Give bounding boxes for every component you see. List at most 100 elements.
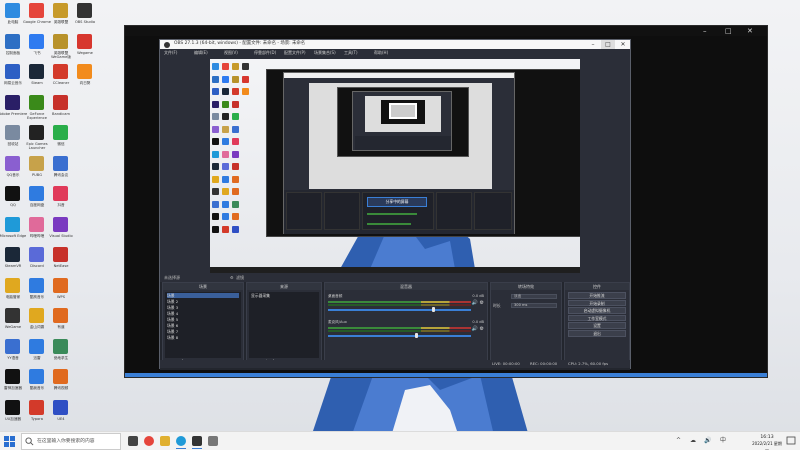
sources-list[interactable]: 显示器采集 [249, 292, 319, 358]
list-item[interactable]: 场景 2 [167, 299, 178, 304]
ime-indicator[interactable]: 中 [720, 435, 726, 447]
desktop-icon[interactable]: 英雄联盟 [48, 1, 74, 35]
desktop-icon[interactable]: PUBG [24, 154, 50, 188]
control-button[interactable]: 启动虚拟摄像机 [568, 307, 626, 314]
list-item[interactable]: 显示器采集 [251, 293, 270, 298]
control-button[interactable]: 退出 [568, 330, 626, 337]
duration-input[interactable]: 300 ms [511, 303, 557, 308]
desktop-icon[interactable]: Adobe Premiere [0, 93, 27, 127]
gear-icon[interactable]: ⚙ [480, 300, 484, 306]
filters-button[interactable]: 滤镜 [236, 275, 244, 281]
desktop-icon[interactable]: UU加速器 [0, 398, 26, 432]
control-button[interactable]: 开始录制 [568, 299, 626, 307]
desktop-icon[interactable]: 酷我音乐 [24, 367, 50, 401]
desktop-icon[interactable]: SteamVR [0, 245, 26, 279]
menu-item[interactable]: 帮助(H) [374, 50, 388, 56]
obs-window[interactable]: OBS 27.1.3 (64-bit, windows) - 配置文件: 未命名… [159, 39, 631, 370]
taskbar-search-box[interactable]: 在这里输入你要搜索的内容 [21, 433, 121, 450]
desktop-icon[interactable]: 此电脑 [0, 1, 26, 35]
list-item[interactable]: 场景 4 [167, 311, 178, 316]
obs-close-button[interactable]: ✕ [616, 40, 630, 49]
desktop-icon[interactable]: Wegame [72, 32, 98, 66]
desktop-icon[interactable]: Steam [24, 62, 50, 96]
tray-overflow-icon[interactable]: ^ [676, 435, 681, 447]
list-item[interactable]: 场景 7 [167, 329, 178, 334]
projector-close-button[interactable]: ✕ [747, 27, 753, 35]
obs-preview[interactable]: 分享中的屏幕 [210, 59, 580, 273]
list-item[interactable]: 场景 3 [167, 305, 178, 310]
gear-icon[interactable]: ⚙ [230, 275, 234, 281]
desktop-icon[interactable]: Visual Studio [48, 215, 74, 249]
desktop-icon[interactable]: QQ [0, 184, 26, 218]
desktop-icon[interactable]: CCleaner [48, 62, 74, 96]
volume-fader-knob[interactable] [432, 307, 436, 312]
projector-maximize-button[interactable]: □ [725, 27, 732, 35]
control-button[interactable]: 工作室模式 [568, 314, 626, 322]
desktop-icon[interactable]: Discord [24, 245, 50, 279]
desktop-icon[interactable]: 迅雷 [24, 337, 50, 371]
menu-item[interactable]: 停靠部件(D) [254, 50, 276, 56]
desktop-icon[interactable]: 英雄联盟 WeGame版 [48, 32, 74, 66]
windows-start-icon[interactable] [4, 436, 15, 447]
volume-fader[interactable] [328, 309, 471, 311]
transition-type-select[interactable]: 淡出 [511, 294, 557, 299]
volume-icon[interactable]: 🔊 [704, 435, 711, 447]
menu-item[interactable]: 场景集合(S) [314, 50, 336, 56]
scenes-list[interactable]: 场景 场景 2 场景 3 场景 4 场景 5 场景 6 场景 7 场景 8 [165, 292, 241, 358]
menu-item[interactable]: 编辑(E) [194, 50, 208, 56]
taskbar-app-obs[interactable] [190, 434, 204, 449]
desktop-icon[interactable]: Google Chrome [23, 1, 51, 35]
obs-minimize-button[interactable]: – [586, 40, 600, 49]
speaker-icon[interactable]: 🔊 [472, 300, 478, 306]
taskbar-app-notepad[interactable] [206, 434, 220, 448]
gear-icon[interactable]: ⚙ [480, 326, 484, 332]
desktop-icon[interactable]: 腾讯会议 [48, 154, 74, 188]
menu-item[interactable]: 配置文件(P) [284, 50, 306, 56]
desktop-icon[interactable]: 回收站 [0, 123, 26, 157]
taskbar-app-task-view[interactable] [126, 434, 140, 448]
desktop-icon[interactable]: WPS [48, 276, 74, 310]
cloud-icon[interactable]: ☁ [690, 435, 696, 447]
taskbar-app-chrome[interactable] [142, 434, 156, 448]
desktop-icon[interactable]: GeForce Experience [24, 93, 50, 127]
desktop-icon[interactable]: 有道 [48, 306, 74, 340]
desktop-icon[interactable]: 控制面板 [0, 32, 26, 66]
taskbar-app-edge[interactable] [174, 434, 188, 449]
list-item[interactable]: 场景 8 [167, 335, 178, 340]
desktop-icon[interactable]: 抖音 [48, 184, 74, 218]
desktop-icon[interactable]: 网易云音乐 [0, 62, 26, 96]
desktop-icon[interactable]: OBS Studio [72, 1, 98, 35]
volume-fader-knob[interactable] [415, 333, 418, 338]
desktop-icon[interactable]: 飞书 [24, 32, 50, 66]
desktop-icon[interactable]: 绝地求生 [48, 337, 74, 371]
list-item[interactable]: 场景 [167, 293, 239, 298]
desktop-icon[interactable]: Epic Games Launcher [24, 123, 50, 157]
desktop-icon[interactable]: 雷神加速器 [0, 367, 26, 401]
desktop-icon[interactable]: 向日葵 [72, 62, 98, 96]
desktop-icon[interactable]: QQ音乐 [0, 154, 26, 188]
desktop-icon[interactable]: 百度网盘 [24, 184, 50, 218]
desktop-icon[interactable]: WeGame [0, 306, 26, 340]
list-item[interactable]: 场景 6 [167, 323, 178, 328]
menu-item[interactable]: 视图(V) [224, 50, 238, 56]
menu-item[interactable]: 工具(T) [344, 50, 358, 56]
volume-fader[interactable] [328, 335, 471, 337]
control-button[interactable]: 设置 [568, 322, 626, 329]
menu-item[interactable]: 文件(F) [164, 50, 177, 56]
desktop-icon[interactable]: Typora [24, 398, 50, 432]
notification-icon[interactable] [786, 436, 796, 446]
control-button[interactable]: 开始推流 [568, 292, 626, 299]
projector-minimize-button[interactable]: – [703, 27, 707, 35]
desktop-icon[interactable]: Bandicam [48, 93, 74, 127]
desktop-icon[interactable]: UE4 [48, 398, 74, 432]
desktop-icon[interactable]: NetEase [48, 245, 74, 279]
desktop-icon[interactable]: YY语音 [0, 337, 26, 371]
desktop-icon[interactable]: Microsoft Edge [0, 215, 26, 249]
list-item[interactable]: 场景 5 [167, 317, 178, 322]
taskbar-app-file-explorer[interactable] [158, 434, 172, 448]
desktop-icon[interactable]: 电脑管家 [0, 276, 26, 310]
desktop-icon[interactable]: 酷狗音乐 [24, 276, 50, 310]
desktop-icon[interactable]: 微信 [48, 123, 74, 157]
obs-maximize-button[interactable]: □ [601, 40, 615, 49]
taskbar-clock[interactable]: 16:13 2022/2/21 星期一 [752, 434, 782, 450]
